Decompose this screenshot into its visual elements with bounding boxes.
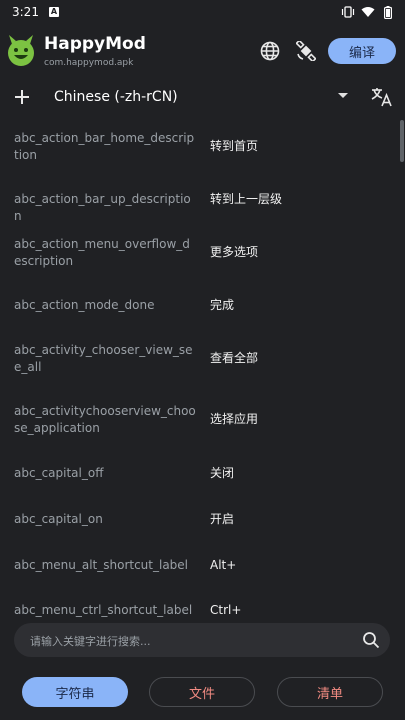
happymod-logo-icon [6, 34, 36, 68]
app-title: HappyMod [44, 34, 146, 54]
string-value: 完成 [210, 298, 235, 312]
string-value: 选择应用 [210, 412, 259, 426]
string-value: 开启 [210, 512, 235, 526]
tab-files[interactable]: 文件 [149, 677, 255, 707]
tab-manifest[interactable]: 清单 [277, 677, 383, 707]
language-select[interactable]: Chinese (-zh-rCN) [54, 89, 178, 105]
string-list: abc_action_bar_home_description 转到首页 abc… [0, 120, 405, 620]
string-value: Alt+ [210, 558, 237, 572]
app-package-name: com.happymod.apk [44, 58, 134, 68]
search-input[interactable] [28, 623, 352, 659]
string-key: abc_activity_chooser_view_see_all [14, 343, 193, 374]
satellite-icon[interactable] [294, 39, 318, 63]
translate-button[interactable]: 编译 [328, 38, 396, 64]
status-bar: 3:21 A [0, 0, 405, 24]
string-key: abc_capital_off [14, 466, 104, 480]
wifi-icon [361, 5, 375, 19]
string-value: 更多选项 [210, 245, 259, 259]
vibrate-icon [341, 5, 355, 19]
string-value: 转到上一层级 [210, 192, 283, 206]
language-bar: Chinese (-zh-rCN) [0, 80, 405, 116]
add-icon[interactable] [10, 85, 34, 109]
search-bar [14, 623, 390, 659]
string-value: 查看全部 [210, 351, 259, 365]
dropdown-arrow-icon[interactable] [338, 93, 348, 98]
string-value: 关闭 [210, 466, 235, 480]
string-value: Ctrl+ [210, 603, 242, 617]
string-key: abc_action_mode_done [14, 298, 155, 312]
notification-icon: A [48, 7, 59, 17]
string-key: abc_action_bar_up_description [14, 192, 191, 223]
battery-icon [381, 5, 395, 19]
string-value: 转到首页 [210, 139, 259, 153]
string-key: abc_activitychooserview_choose_applicati… [14, 404, 196, 435]
scrollbar[interactable] [400, 120, 404, 162]
status-time: 3:21 [12, 5, 39, 19]
string-key: abc_capital_on [14, 512, 103, 526]
string-key: abc_menu_alt_shortcut_label [14, 558, 189, 572]
string-key: abc_action_menu_overflow_description [14, 237, 190, 268]
string-key: abc_action_bar_home_description [14, 131, 195, 162]
tab-strings[interactable]: 字符串 [22, 677, 128, 707]
search-icon[interactable] [362, 631, 380, 649]
app-bar: HappyMod com.happymod.apk 编译 [0, 28, 405, 74]
translate-icon[interactable] [370, 85, 396, 111]
string-key: abc_menu_ctrl_shortcut_label [14, 603, 193, 617]
globe-icon[interactable] [258, 39, 282, 63]
